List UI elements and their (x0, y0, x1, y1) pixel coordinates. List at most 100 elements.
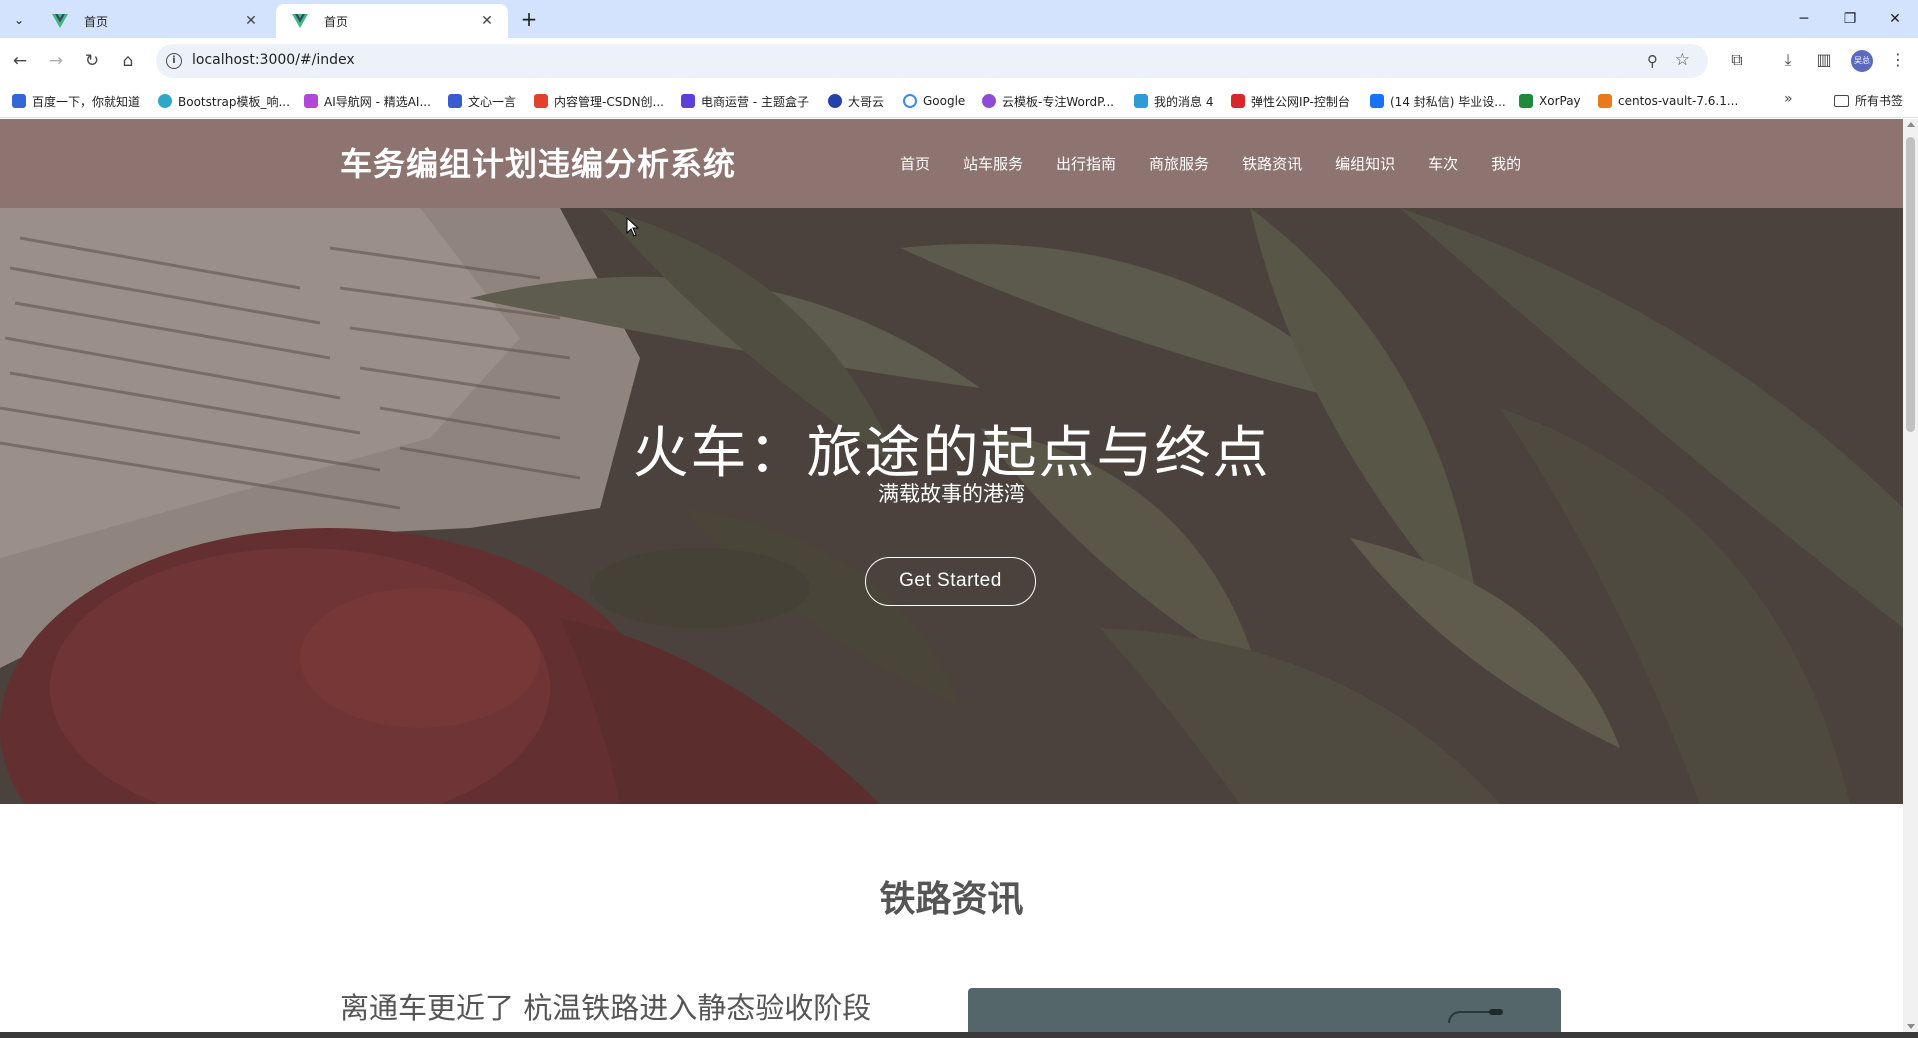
scroll-down-arrow-icon[interactable] (1907, 1024, 1915, 1029)
bookmark-label: Bootstrap模板_响... (178, 94, 290, 109)
lamp-pole-shape (1448, 1011, 1492, 1023)
page-viewport: 车务编组计划违编分析系统 首页 站车服务 出行指南 商旅服务 铁路资讯 编组知识… (0, 119, 1918, 1032)
bookmark-item[interactable]: 弹性公网IP-控制台 (1231, 92, 1350, 110)
bookmark-label: 我的消息 4 (1154, 94, 1214, 109)
scroll-up-arrow-icon[interactable] (1907, 122, 1915, 127)
nav-item-formation-knowledge[interactable]: 编组知识 (1335, 153, 1395, 174)
bookmark-item[interactable]: 大哥云 (828, 92, 884, 110)
bookmark-item[interactable]: 云模板-专注WordP... (982, 92, 1114, 110)
bookmark-label: centos-vault-7.6.1... (1618, 94, 1739, 108)
dagecloud-favicon-icon (828, 94, 842, 108)
vue-logo-icon (52, 14, 68, 28)
bookmark-item[interactable]: (14 封私信) 毕业设... (1370, 92, 1506, 110)
bookmark-label: XorPay (1539, 94, 1581, 108)
nav-item-mine[interactable]: 我的 (1491, 153, 1521, 174)
theme-box-favicon-icon (681, 94, 695, 108)
url-text[interactable]: localhost:3000/#/index (192, 52, 355, 68)
aliyun-favicon-icon (1598, 94, 1612, 108)
close-window-icon[interactable]: ✕ (1884, 8, 1906, 30)
bilibili-favicon-icon (1134, 94, 1148, 108)
nav-item-travel-guide[interactable]: 出行指南 (1056, 153, 1116, 174)
bookmark-item[interactable]: 百度一下，你就知道 (12, 92, 140, 110)
folder-icon (1834, 94, 1849, 107)
bookmark-label: Google (923, 94, 966, 108)
browser-tab-1[interactable]: 首页 ✕ (36, 4, 272, 38)
nav-item-train-numbers[interactable]: 车次 (1428, 153, 1458, 174)
home-icon[interactable]: ⌂ (116, 49, 140, 73)
section-title-railway-news: 铁路资讯 (879, 879, 1024, 920)
browser-tab-bar: ⌄ 首页 ✕ 首页 ✕ + ─ ❐ ✕ (0, 0, 1918, 38)
scrollbar-thumb[interactable] (1906, 137, 1915, 432)
google-favicon-icon (903, 94, 917, 108)
bookmark-label: 大哥云 (848, 94, 885, 109)
window-bottom-edge (0, 1032, 1918, 1038)
page-scrollbar[interactable] (1903, 119, 1918, 1032)
bookmark-label: AI导航网 - 精选AI... (324, 94, 431, 109)
ai-nav-favicon-icon (304, 94, 318, 108)
paw-favicon-icon (12, 94, 26, 108)
tab-close-icon[interactable]: ✕ (242, 12, 260, 30)
menu-kebab-icon[interactable]: ⋮ (1886, 48, 1910, 72)
profile-avatar[interactable]: 吴总 (1851, 50, 1873, 72)
bookmark-label: 云模板-专注WordP... (1002, 94, 1114, 109)
reload-icon[interactable]: ↻ (80, 49, 104, 73)
bookmark-item[interactable]: 文心一言 (448, 92, 516, 110)
nav-item-railway-news[interactable]: 铁路资讯 (1242, 153, 1302, 174)
site-info-icon[interactable]: i (166, 53, 182, 69)
all-bookmarks-button[interactable]: 所有书签 (1834, 92, 1903, 109)
bookmarks-bar: 百度一下，你就知道 Bootstrap模板_响... AI导航网 - 精选AI.… (0, 84, 1918, 118)
tab-close-icon[interactable]: ✕ (478, 12, 496, 30)
hero-title: 火车：旅途的起点与终点 (632, 421, 1271, 486)
news-item-image[interactable] (968, 988, 1561, 1032)
hero-subtitle: 满载故事的港湾 (878, 482, 1025, 506)
back-arrow-icon[interactable]: ← (8, 49, 32, 73)
bookmark-item[interactable]: Google (903, 92, 965, 110)
vue-logo-icon (292, 14, 308, 28)
hero-banner: 火车：旅途的起点与终点 满载故事的港湾 Get Started (0, 208, 1903, 804)
zhihu-favicon-icon (1370, 94, 1384, 108)
browser-tab-2[interactable]: 首页 ✕ (276, 4, 508, 38)
street-lamp-shape (1489, 1009, 1503, 1015)
nav-item-business-travel[interactable]: 商旅服务 (1149, 153, 1209, 174)
download-icon[interactable]: ⤓ (1776, 48, 1800, 72)
xorpay-favicon-icon (1519, 94, 1533, 108)
mouse-cursor-icon (626, 217, 640, 237)
nav-item-home[interactable]: 首页 (900, 153, 930, 174)
tab-title: 首页 (324, 14, 349, 29)
bookmark-item[interactable]: centos-vault-7.6.1... (1598, 92, 1738, 110)
tab-title: 首页 (84, 14, 109, 29)
tab-search-chevron-icon[interactable]: ⌄ (8, 9, 30, 31)
site-nav: 首页 站车服务 出行指南 商旅服务 铁路资讯 编组知识 车次 我的 (900, 153, 1554, 174)
bookmark-star-icon[interactable]: ☆ (1675, 50, 1690, 70)
new-tab-plus-icon[interactable]: + (518, 8, 540, 30)
bookmark-item[interactable]: AI导航网 - 精选AI... (304, 92, 431, 110)
bookmark-label: 内容管理-CSDN创... (554, 94, 664, 109)
csdn-favicon-icon (534, 94, 548, 108)
bookmark-label: 文心一言 (468, 94, 517, 109)
bookmark-item[interactable]: 内容管理-CSDN创... (534, 92, 664, 110)
site-header: 车务编组计划违编分析系统 首页 站车服务 出行指南 商旅服务 铁路资讯 编组知识… (0, 119, 1903, 208)
minimize-icon[interactable]: ─ (1793, 8, 1815, 30)
bookmark-item[interactable]: Bootstrap模板_响... (158, 92, 290, 110)
bookmark-item[interactable]: 我的消息 4 (1134, 92, 1213, 110)
zoom-icon[interactable]: ⚲ (1647, 52, 1658, 70)
side-panel-icon[interactable]: ▥ (1812, 48, 1836, 72)
forward-arrow-icon[interactable]: → (44, 49, 68, 73)
restore-icon[interactable]: ❐ (1839, 8, 1861, 30)
site-title: 车务编组计划违编分析系统 (340, 145, 737, 183)
nav-item-station-service[interactable]: 站车服务 (963, 153, 1023, 174)
bookmark-label: 电商运营 - 主题盒子 (701, 94, 809, 109)
all-bookmarks-label: 所有书签 (1855, 94, 1904, 108)
bootstrap-favicon-icon (158, 94, 172, 108)
huawei-favicon-icon (1231, 94, 1245, 108)
bookmark-label: 百度一下，你就知道 (32, 94, 141, 109)
bookmark-label: 弹性公网IP-控制台 (1251, 94, 1350, 109)
news-item-title[interactable]: 离通车更近了 杭温铁路进入静态验收阶段 (340, 985, 871, 1027)
cloud-template-favicon-icon (982, 94, 996, 108)
get-started-button[interactable]: Get Started (865, 557, 1036, 606)
bookmark-item[interactable]: XorPay (1519, 92, 1581, 110)
more-bookmarks-chevron-icon[interactable]: » (1784, 91, 1793, 107)
bookmark-item[interactable]: 电商运营 - 主题盒子 (681, 92, 809, 110)
extensions-icon[interactable]: ⧉ (1725, 48, 1749, 72)
address-bar[interactable]: i localhost:3000/#/index ⚲ ☆ (156, 44, 1708, 78)
